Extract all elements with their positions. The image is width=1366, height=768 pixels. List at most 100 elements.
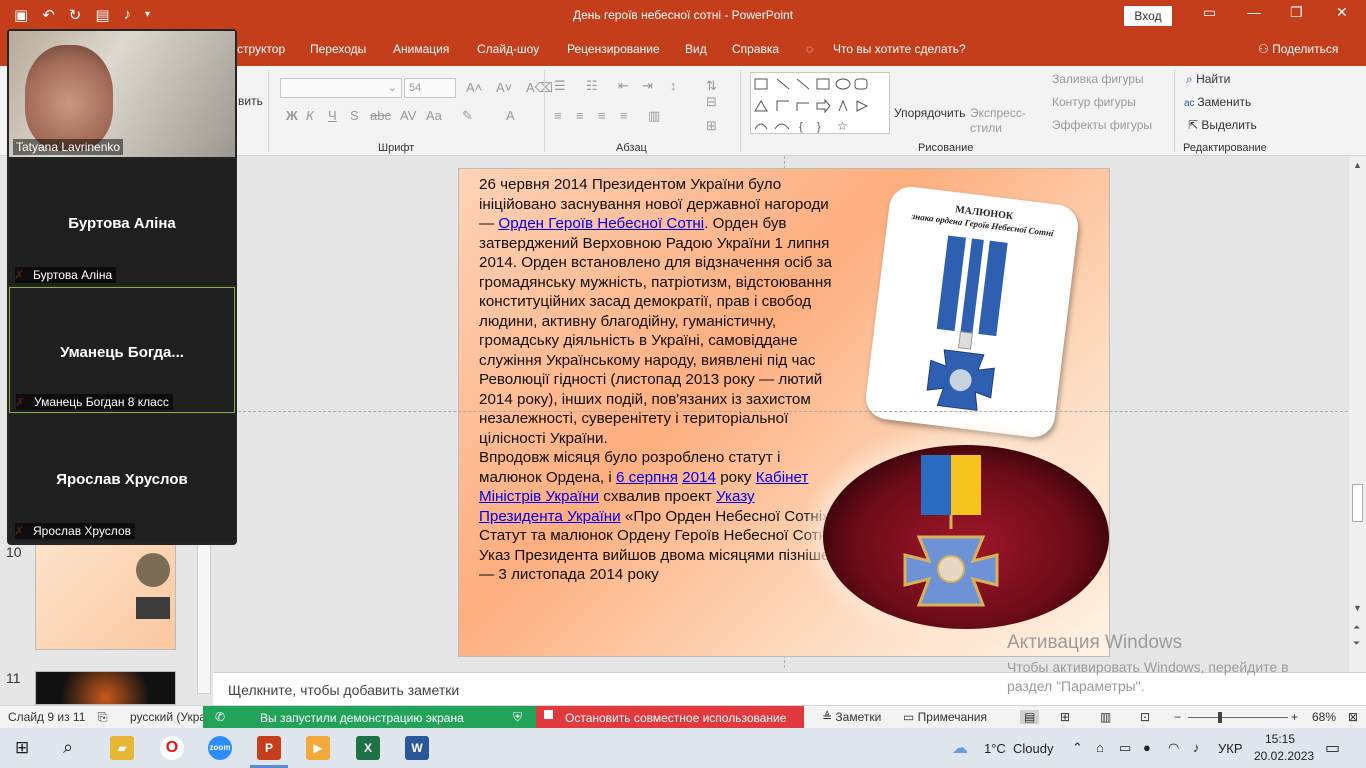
minimize-button[interactable]: — (1247, 4, 1261, 20)
microphone-icon[interactable]: ● (1143, 740, 1151, 755)
arrange-button[interactable]: Упорядочить (894, 106, 965, 120)
scroll-down-icon[interactable]: ▼ (1353, 603, 1362, 613)
italic-icon[interactable]: К (306, 108, 314, 123)
link-order[interactable]: Орден Героїв Небесної Сотні (498, 215, 704, 232)
zoom-out-icon[interactable]: − (1174, 710, 1181, 724)
clock-date[interactable]: 20.02.2023 (1254, 749, 1314, 763)
tab-design[interactable]: структор (237, 42, 285, 56)
bullets-icon[interactable]: ☰ (554, 78, 566, 94)
show-hidden-icons-icon[interactable]: ⌃ (1072, 740, 1083, 756)
shadow-icon[interactable]: S (350, 108, 359, 123)
spacing-icon[interactable]: AV (400, 108, 416, 123)
file-explorer-icon[interactable]: ▰ (110, 736, 134, 760)
text-direction-icon[interactable]: ⇅ (706, 78, 717, 94)
notes-button[interactable]: ≜ Заметки (822, 710, 881, 724)
find-button[interactable]: ⌕ Найти (1186, 72, 1230, 87)
zoom-level[interactable]: 68% (1312, 710, 1336, 724)
zoom-slider[interactable] (1188, 717, 1288, 718)
shape-fill-button[interactable]: Заливка фигуры (1052, 72, 1144, 86)
medal-drawing-image[interactable]: МАЛЮНОК знака ордена Героїв Небесної Сот… (863, 184, 1081, 440)
decrease-font-icon[interactable]: A˅ (496, 80, 512, 95)
slide-thumbnail-11[interactable] (35, 671, 176, 705)
volume-icon[interactable]: ♪ (1193, 740, 1200, 755)
slide-canvas[interactable]: 26 червня 2014 Президентом України було … (458, 168, 1110, 657)
highlight-icon[interactable]: ✎ (462, 108, 473, 124)
increase-font-icon[interactable]: A˄ (466, 80, 482, 95)
excel-icon[interactable]: X (356, 736, 380, 760)
participant-tile[interactable]: Буртова Аліна ✗ Буртова Аліна (9, 159, 235, 285)
align-text-icon[interactable]: ⊟ (706, 94, 717, 110)
zoom-slider-thumb[interactable] (1218, 712, 1222, 723)
decrease-indent-icon[interactable]: ⇤ (618, 78, 629, 94)
slide-sorter-icon[interactable]: ⊞ (1060, 710, 1070, 724)
ribbon-display-options-icon[interactable]: ▭ (1203, 4, 1216, 21)
tab-animations[interactable]: Анимация (393, 42, 449, 56)
slide-body-text[interactable]: 26 червня 2014 Президентом України було … (479, 175, 841, 585)
quick-styles-button[interactable]: Экспресс-стили (970, 106, 1030, 136)
opera-icon[interactable]: O (160, 736, 184, 760)
tab-review[interactable]: Рецензирование (567, 42, 660, 56)
fit-to-window-icon[interactable]: ⊠ (1348, 710, 1358, 724)
language-indicator[interactable]: русский (Укра (130, 710, 206, 724)
close-button[interactable]: ✕ (1336, 4, 1348, 21)
windows-start-icon[interactable]: ⊞ (15, 738, 29, 758)
slideshow-icon[interactable]: ⊡ (1140, 710, 1150, 724)
participant-tile[interactable]: Уманець Богда... ✗ Уманець Богдан 8 клас… (9, 287, 235, 413)
comments-button[interactable]: ▭ Примечания (903, 710, 987, 724)
zoom-app-icon[interactable]: zoom (208, 736, 232, 760)
numbering-icon[interactable]: ☷ (586, 78, 598, 94)
align-right-icon[interactable]: ≡ (598, 108, 606, 123)
select-button[interactable]: ⇱ Выделить (1188, 118, 1257, 132)
shapes-gallery[interactable]: { } ☆ (750, 72, 890, 134)
shape-effects-button[interactable]: Эффекты фигуры (1052, 118, 1152, 132)
align-center-icon[interactable]: ≡ (576, 108, 584, 123)
tell-me-search[interactable]: Что вы хотите сделать? (833, 42, 966, 56)
powerpoint-icon[interactable]: P (257, 736, 281, 760)
participant-video-tile[interactable]: Tatyana Lavrinenko (9, 31, 235, 157)
wifi-icon[interactable]: ◠ (1168, 740, 1179, 756)
maximize-button[interactable]: ❐ (1290, 4, 1303, 21)
scrollbar-thumb[interactable] (1352, 484, 1363, 522)
normal-view-icon[interactable]: ▤ (1020, 710, 1040, 724)
thumbnails-scrollbar[interactable] (197, 544, 211, 694)
smartart-icon[interactable]: ⊞ (706, 118, 717, 134)
font-size-combo[interactable]: 54 (404, 78, 456, 98)
replace-button[interactable]: ac Заменить (1184, 95, 1251, 109)
underline-icon[interactable]: Ч (328, 108, 337, 123)
weather-temperature[interactable]: 1°C (984, 741, 1006, 756)
justify-icon[interactable]: ≡ (620, 108, 628, 123)
reading-view-icon[interactable]: ▥ (1100, 710, 1111, 724)
tab-slideshow[interactable]: Слайд-шоу (477, 42, 539, 56)
align-left-icon[interactable]: ≡ (554, 108, 562, 123)
input-language[interactable]: УКР (1218, 741, 1243, 756)
clock-time[interactable]: 15:15 (1265, 732, 1295, 746)
font-name-combo[interactable]: ⌄ (280, 78, 402, 98)
line-spacing-icon[interactable]: ↕ (670, 78, 677, 93)
sign-in-button[interactable]: Вход (1124, 6, 1172, 26)
previous-slide-icon[interactable]: ⏶ (1353, 622, 1360, 633)
tab-help[interactable]: Справка (732, 42, 779, 56)
link-year[interactable]: 2014 (682, 469, 716, 486)
word-icon[interactable]: W (405, 736, 429, 760)
shape-outline-button[interactable]: Контур фигуры (1052, 95, 1136, 109)
tab-transitions[interactable]: Переходы (310, 42, 366, 56)
clear-formatting-icon[interactable]: A⌫ (526, 80, 553, 96)
share-button[interactable]: ⚇ Поделиться (1258, 42, 1338, 56)
notifications-icon[interactable]: ▭ (1325, 738, 1340, 758)
weather-condition[interactable]: Cloudy (1013, 741, 1053, 756)
next-slide-icon[interactable]: ⏷ (1353, 638, 1360, 649)
change-case-icon[interactable]: Aa (426, 108, 442, 123)
columns-icon[interactable]: ▥ (648, 108, 660, 124)
media-player-icon[interactable]: ▶ (306, 736, 330, 760)
scroll-up-icon[interactable]: ▲ (1353, 160, 1362, 170)
battery-icon[interactable]: ▭ (1119, 740, 1131, 756)
tab-view[interactable]: Вид (685, 42, 707, 56)
link-date[interactable]: 6 серпня (616, 469, 678, 486)
usb-icon[interactable]: ⌂ (1096, 740, 1104, 755)
strikethrough-icon[interactable]: abc (370, 108, 391, 123)
zoom-in-icon[interactable]: + (1291, 710, 1298, 724)
search-icon[interactable]: ⌕ (63, 737, 73, 758)
increase-indent-icon[interactable]: ⇥ (642, 78, 653, 94)
bold-icon[interactable]: Ж (286, 108, 298, 123)
font-color-icon[interactable]: A (506, 108, 515, 123)
